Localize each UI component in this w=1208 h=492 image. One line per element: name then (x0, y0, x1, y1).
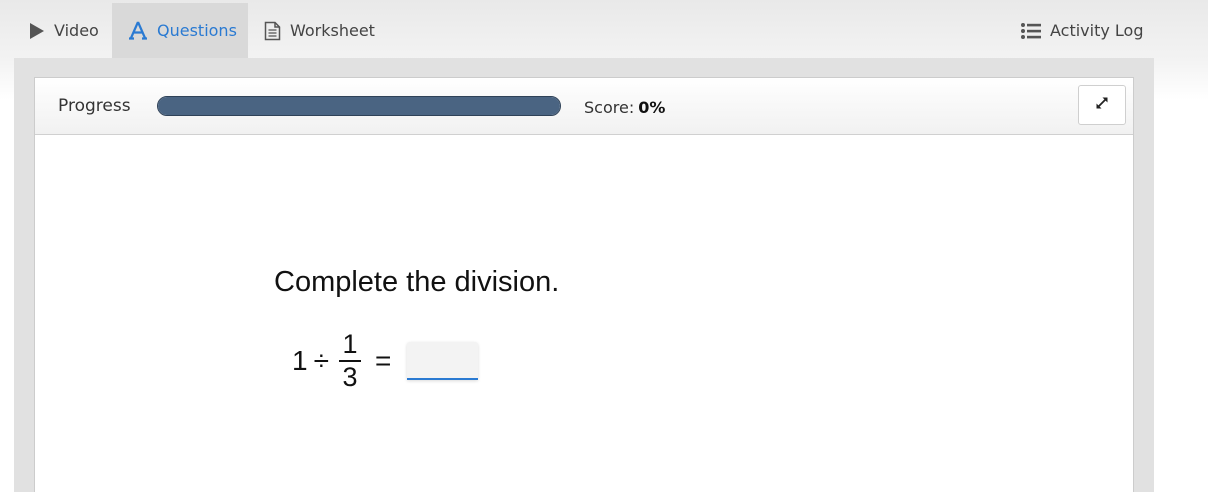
tab-questions[interactable]: Questions (112, 3, 248, 58)
fraction: 1 3 (338, 329, 361, 392)
tab-questions-label: Questions (157, 21, 237, 40)
play-icon (29, 22, 45, 40)
tab-video[interactable]: Video (13, 3, 115, 58)
progress-bar-fill (158, 97, 560, 115)
equals-sign: = (374, 345, 392, 376)
tab-activity-log[interactable]: Activity Log (1005, 3, 1160, 58)
tab-bar: Video Questions Worksheet Activity Log (0, 0, 1208, 58)
question-prompt: Complete the division. (274, 266, 560, 298)
answer-input[interactable] (407, 342, 478, 380)
tab-worksheet-label: Worksheet (290, 21, 375, 40)
division-operator: ÷ (313, 345, 329, 376)
score-label: Score: (584, 98, 635, 117)
score-display: Score: 0% (584, 98, 665, 117)
tab-activity-log-label: Activity Log (1050, 21, 1144, 40)
card-header: Progress Score: 0% (35, 78, 1133, 135)
question-card: Progress Score: 0% (34, 77, 1134, 492)
math-expression: 1 ÷ 1 3 = (292, 330, 391, 392)
fullscreen-button[interactable] (1078, 85, 1126, 125)
expand-icon (1094, 95, 1110, 115)
dividend: 1 (292, 345, 308, 376)
tab-video-label: Video (54, 21, 99, 40)
tab-worksheet[interactable]: Worksheet (248, 3, 391, 58)
letter-a-icon (128, 21, 148, 40)
score-value: 0% (638, 98, 666, 117)
document-icon (264, 21, 281, 41)
progress-label: Progress (58, 96, 131, 116)
list-icon (1021, 22, 1041, 39)
fraction-numerator: 1 (342, 329, 358, 359)
progress-bar (157, 96, 561, 116)
fraction-denominator: 3 (342, 362, 358, 392)
